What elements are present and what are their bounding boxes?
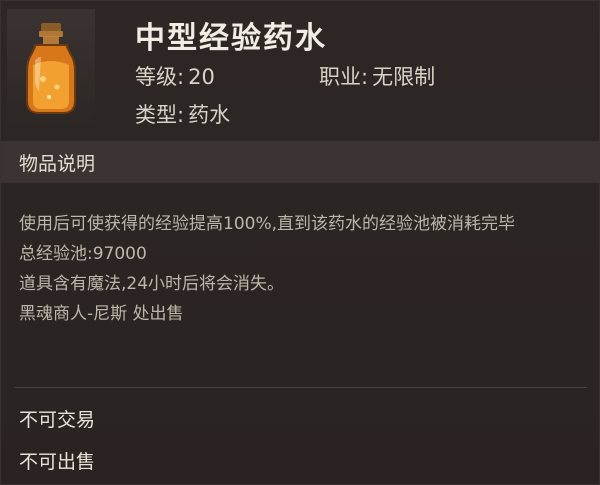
description-vendor: 黑魂商人-尼斯 处出售 xyxy=(19,304,184,324)
item-level: 等级: 20 xyxy=(135,61,215,91)
item-type: 类型: 药水 xyxy=(135,99,230,129)
section-title: 物品说明 xyxy=(19,153,96,175)
item-icon-frame xyxy=(7,9,95,129)
description-exp-pool: 总经验池:97000 xyxy=(19,244,147,264)
item-class-value: 无限制 xyxy=(372,65,436,89)
item-tooltip: 中型经验药水 等级: 20 职业: 无限制 类型: 药水 物品说明 使用后可使获得的经… xyxy=(0,0,600,485)
item-type-label: 类型: xyxy=(135,103,185,127)
item-type-value: 药水 xyxy=(188,103,231,127)
description-effect: 使用后可使获得的经验提高100%,直到该药水的经验池被消耗完毕 xyxy=(19,214,516,234)
item-class: 职业: 无限制 xyxy=(319,61,435,91)
no-sell-flag: 不可出售 xyxy=(19,451,96,473)
divider xyxy=(15,387,587,388)
item-level-value: 20 xyxy=(188,65,215,89)
item-name: 中型经验药水 xyxy=(135,21,327,56)
description-expiry: 道具含有魔法,24小时后将会消失。 xyxy=(19,274,285,294)
item-description: 使用后可使获得的经验提高100%,直到该药水的经验池被消耗完毕 总经验池:970… xyxy=(19,209,585,329)
orange-potion-bottle-icon xyxy=(26,23,76,114)
item-header: 中型经验药水 等级: 20 职业: 无限制 类型: 药水 xyxy=(1,1,600,141)
item-level-label: 等级: xyxy=(135,65,185,89)
no-trade-flag: 不可交易 xyxy=(19,409,96,431)
item-class-label: 职业: xyxy=(319,65,369,89)
description-section-header: 物品说明 xyxy=(1,141,600,183)
